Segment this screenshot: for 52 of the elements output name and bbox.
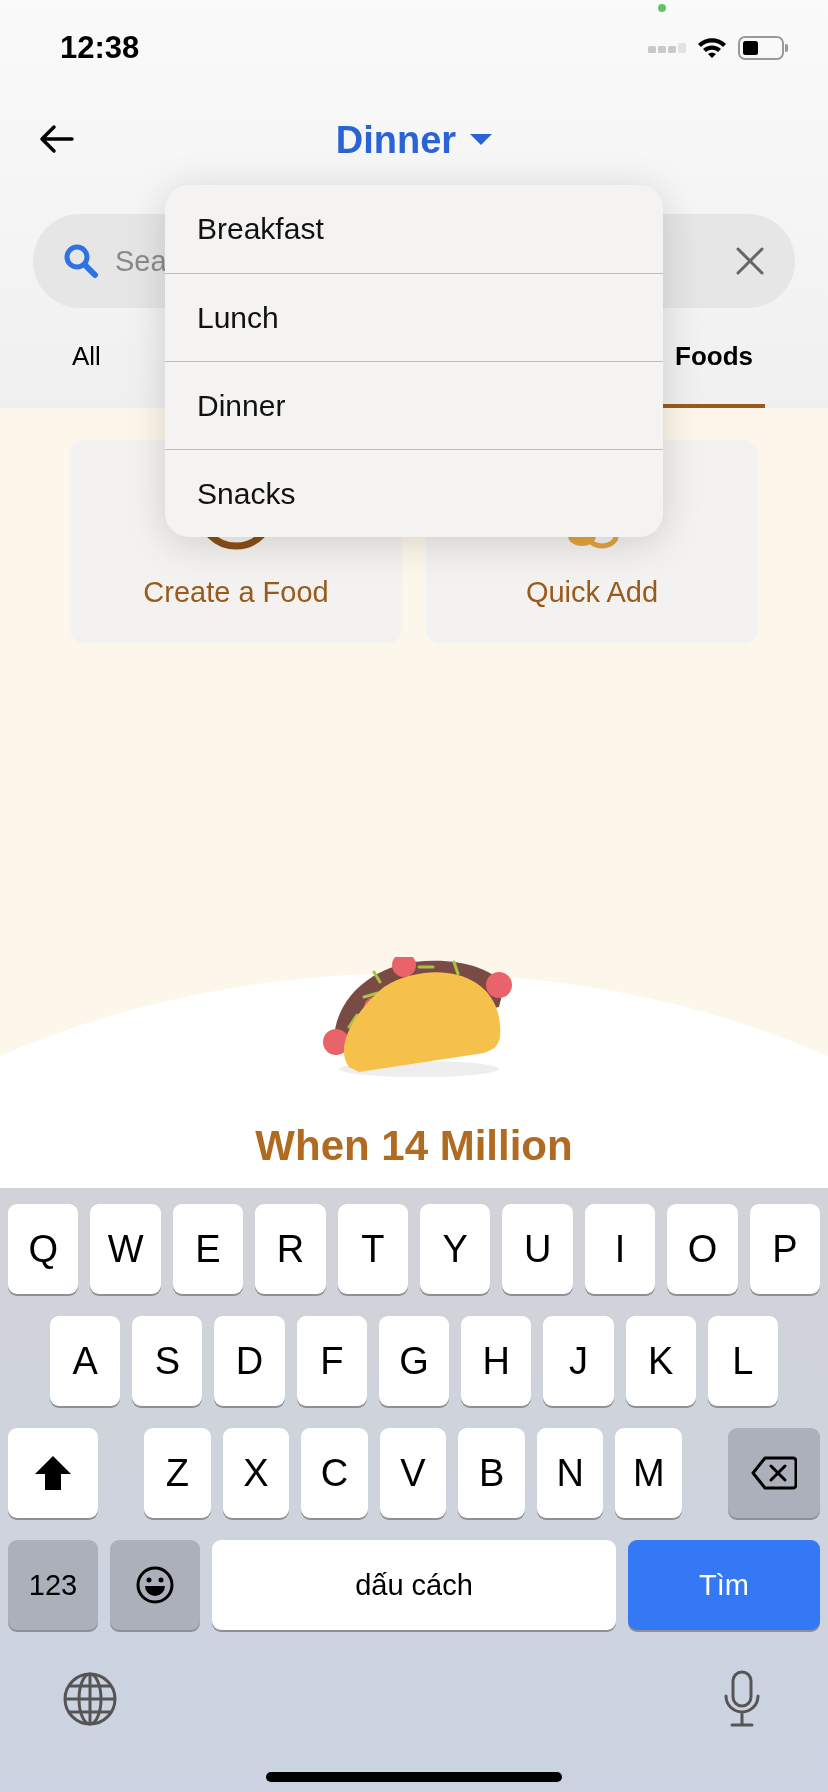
back-button[interactable] [38, 124, 74, 154]
emoji-key[interactable] [110, 1540, 200, 1630]
search-icon [63, 243, 99, 279]
numbers-key[interactable]: 123 [8, 1540, 98, 1630]
key[interactable]: G [378, 1316, 450, 1406]
key[interactable]: E [172, 1204, 244, 1294]
tab[interactable]: All [60, 308, 113, 408]
key[interactable]: O [667, 1204, 738, 1294]
smiley-icon [135, 1565, 175, 1605]
menu-item[interactable]: Snacks [165, 449, 663, 537]
backspace-icon [751, 1455, 798, 1491]
close-icon[interactable] [735, 246, 765, 276]
signal-icon [648, 42, 686, 54]
key[interactable]: L [707, 1316, 778, 1406]
key[interactable]: I [584, 1204, 656, 1294]
key[interactable]: C [301, 1428, 368, 1518]
key[interactable]: Z [144, 1428, 211, 1518]
key[interactable]: U [502, 1204, 573, 1294]
delete-key[interactable] [728, 1428, 821, 1518]
key[interactable]: K [625, 1316, 696, 1406]
menu-item[interactable]: Lunch [165, 273, 663, 361]
meal-selector[interactable]: Dinner [335, 118, 493, 162]
key[interactable]: T [337, 1204, 409, 1294]
key[interactable]: H [461, 1316, 532, 1406]
shift-arrow-icon [33, 1454, 73, 1492]
search-key[interactable]: Tìm [628, 1540, 820, 1630]
key[interactable]: F [296, 1316, 367, 1406]
status-time: 12:38 [60, 30, 140, 66]
key[interactable]: V [379, 1428, 447, 1518]
key[interactable]: P [749, 1204, 821, 1294]
space-key[interactable]: dấu cách [212, 1540, 616, 1630]
key[interactable]: D [214, 1316, 285, 1406]
key[interactable]: J [543, 1316, 614, 1406]
key[interactable]: Q [8, 1204, 79, 1294]
globe-icon[interactable] [62, 1671, 118, 1727]
caret-icon [470, 134, 493, 146]
menu-item[interactable]: Dinner [165, 361, 663, 449]
key[interactable]: A [50, 1316, 121, 1406]
key[interactable]: M [615, 1428, 683, 1518]
key[interactable]: W [90, 1204, 161, 1294]
key[interactable]: S [132, 1316, 203, 1406]
key[interactable]: R [255, 1204, 326, 1294]
battery-icon [738, 36, 788, 60]
key[interactable]: X [222, 1428, 290, 1518]
wifi-icon [696, 36, 728, 60]
camera-indicator-icon [658, 4, 666, 12]
heading: When 14 Million [255, 1122, 573, 1170]
key[interactable]: N [536, 1428, 604, 1518]
key[interactable]: B [458, 1428, 525, 1518]
microphone-icon[interactable] [722, 1670, 762, 1728]
shift-key[interactable] [8, 1428, 98, 1518]
key[interactable]: Y [420, 1204, 491, 1294]
